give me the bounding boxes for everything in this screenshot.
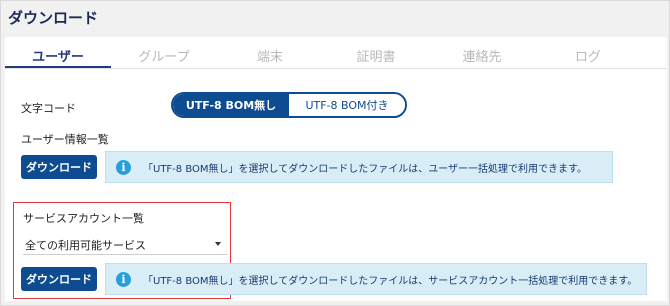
info-icon: i (116, 271, 131, 287)
char-code-label: 文字コード (21, 102, 76, 115)
service-list-label: サービスアカウント一覧 (23, 212, 144, 225)
service-select[interactable]: 全ての利用可能サービス (23, 233, 227, 255)
user-info-box: i 「UTF-8 BOM無し」を選択してダウンロードしたファイルは、ユーザー一括… (105, 151, 613, 183)
chevron-down-icon (215, 242, 221, 246)
user-download-button[interactable]: ダウンロード (21, 155, 97, 179)
user-info-text: 「UTF-8 BOM無し」を選択してダウンロードしたファイルは、ユーザー一括処理… (143, 163, 588, 175)
tabs-divider (5, 68, 667, 69)
service-info-box: i 「UTF-8 BOM無し」を選択してダウンロードしたファイルは、サービスアカ… (105, 263, 647, 295)
service-download-button[interactable]: ダウンロード (21, 267, 97, 291)
tab-logs[interactable]: ログ (535, 46, 641, 65)
char-code-toggle: UTF-8 BOM無し UTF-8 BOM付き (171, 92, 407, 118)
download-card: ユーザー グループ 端末 証明書 連絡先 ログ 文字コード UTF-8 BOM無… (5, 37, 667, 301)
page-title: ダウンロード (8, 9, 99, 27)
download-panel: ダウンロード ユーザー グループ 端末 証明書 連絡先 ログ 文字コード UTF… (0, 0, 670, 306)
user-list-label: ユーザー情報一覧 (21, 133, 109, 146)
tab-contacts[interactable]: 連絡先 (429, 46, 535, 65)
tab-bar: ユーザー グループ 端末 証明書 連絡先 ログ (5, 37, 667, 69)
info-icon: i (116, 159, 131, 175)
tab-certificates[interactable]: 証明書 (323, 46, 429, 65)
service-select-value: 全ての利用可能サービス (25, 239, 146, 252)
bom-with-option[interactable]: UTF-8 BOM付き (289, 94, 405, 116)
tab-devices[interactable]: 端末 (217, 46, 323, 65)
bom-none-option[interactable]: UTF-8 BOM無し (173, 94, 289, 116)
service-info-text: 「UTF-8 BOM無し」を選択してダウンロードしたファイルは、サービスアカウン… (143, 275, 638, 287)
tab-groups[interactable]: グループ (111, 46, 217, 65)
tab-users[interactable]: ユーザー (5, 46, 111, 65)
